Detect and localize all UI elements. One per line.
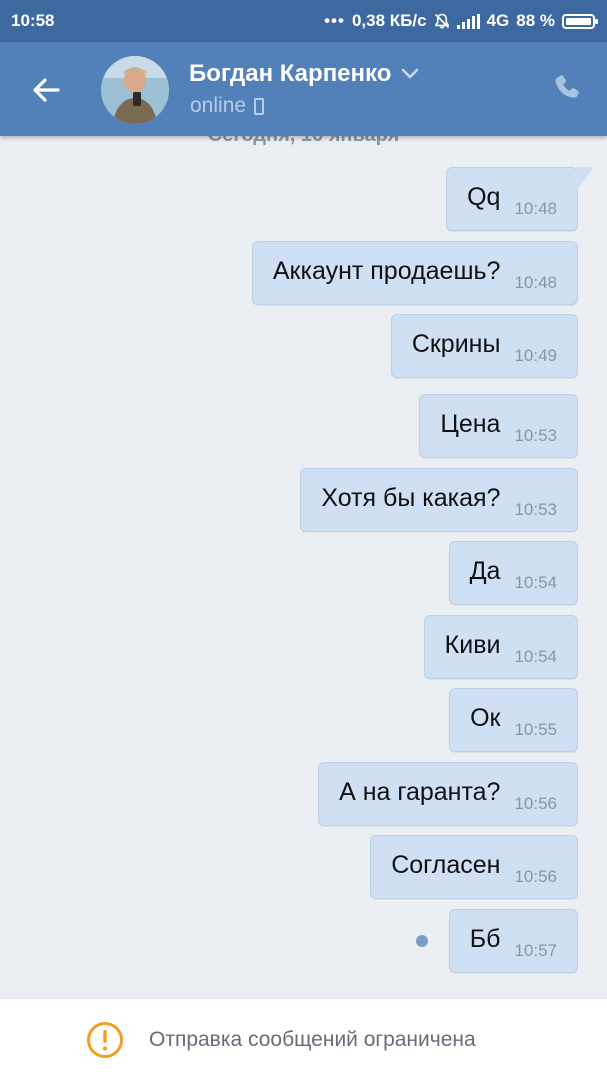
phone-icon[interactable] — [551, 72, 583, 104]
contact-status: online — [190, 94, 247, 117]
notification-dots: ••• — [324, 11, 345, 30]
message-bubble[interactable]: Qq 10:48 — [446, 167, 594, 231]
message-text: Ок — [470, 703, 501, 732]
message-time: 10:53 — [514, 500, 557, 519]
message-time: 10:49 — [514, 346, 557, 365]
message-text: А на гаранта? — [339, 777, 501, 806]
message-time: 10:56 — [514, 794, 557, 813]
message-bubble[interactable]: Да 10:54 — [448, 541, 578, 605]
back-arrow-icon[interactable] — [28, 72, 64, 108]
message-time: 10:55 — [514, 720, 557, 739]
message-time: 10:57 — [514, 941, 557, 960]
message-text: Да — [469, 556, 501, 585]
status-bar: 10:58 ••• 0,38 КБ/с 4G 88 % — [0, 0, 607, 42]
battery-level: 88 % — [516, 11, 555, 30]
message-time: 10:48 — [514, 199, 557, 218]
chat-header: Богдан Карпенко online — [0, 42, 607, 136]
message-bubble[interactable]: Согласен 10:56 — [370, 835, 578, 899]
message-text: Согласен — [391, 850, 501, 879]
restriction-text: Отправка сообщений ограничена — [149, 1028, 476, 1051]
warning-icon — [87, 1022, 123, 1058]
signal-icon — [456, 13, 480, 29]
message-text: Скрины — [411, 329, 501, 358]
message-bubble[interactable]: А на гаранта? 10:56 — [318, 762, 578, 826]
unread-indicator — [416, 935, 428, 947]
avatar-photo — [101, 56, 169, 124]
message-text: Аккаунт продаешь? — [272, 256, 501, 285]
message-time: 10:53 — [514, 426, 557, 445]
message-time: 10:48 — [514, 273, 557, 292]
message-bubble[interactable]: Аккаунт продаешь? 10:48 — [251, 241, 578, 305]
message-text: Цена — [440, 409, 501, 438]
message-bubble[interactable]: Скрины 10:49 — [390, 314, 578, 378]
message-time: 10:54 — [514, 647, 557, 666]
net-speed: 0,38 КБ/с — [351, 11, 427, 30]
contact-name-row[interactable]: Богдан Карпенко — [189, 60, 419, 88]
message-text: Бб — [469, 924, 501, 953]
status-indicators: ••• 0,38 КБ/с 4G 88 % — [324, 11, 598, 31]
chevron-down-icon — [402, 68, 419, 79]
contact-name: Богдан Карпенко — [189, 60, 392, 87]
message-bubble[interactable]: Цена 10:53 — [419, 394, 578, 458]
message-text: Qq — [467, 182, 501, 211]
message-bubble[interactable]: Бб 10:57 — [448, 909, 578, 973]
battery-icon — [562, 13, 598, 29]
avatar[interactable] — [101, 56, 169, 124]
message-text: Хотя бы какая? — [321, 483, 501, 512]
status-time: 10:58 — [11, 11, 55, 30]
message-bubble[interactable]: Ок 10:55 — [449, 688, 578, 752]
network-type: 4G — [486, 11, 510, 30]
message-text: Киви — [444, 630, 501, 659]
contact-status-row: online — [190, 94, 265, 118]
message-time: 10:56 — [514, 867, 557, 886]
mute-bell-icon — [434, 13, 449, 29]
mobile-icon — [254, 97, 265, 115]
restriction-bar: Отправка сообщений ограничена — [0, 998, 607, 1081]
message-bubble[interactable]: Киви 10:54 — [423, 615, 578, 679]
message-bubble[interactable]: Хотя бы какая? 10:53 — [300, 468, 578, 532]
message-time: 10:54 — [514, 573, 557, 592]
